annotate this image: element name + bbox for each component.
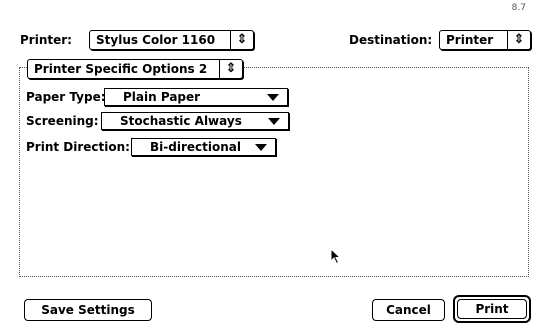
dropdown-arrow-icon [255, 144, 267, 151]
destination-label: Destination: [349, 33, 433, 47]
dropdown-arrow-icon [268, 118, 280, 125]
print-direction-dropdown[interactable]: Bi-directional [131, 138, 276, 156]
print-button[interactable]: Print [457, 299, 527, 319]
cancel-button[interactable]: Cancel [372, 299, 445, 321]
panel-selector-popup[interactable]: Printer Specific Options 2 ⇕ [27, 59, 243, 79]
updown-arrows-icon: ⇕ [507, 31, 530, 49]
printer-label: Printer: [20, 33, 72, 47]
paper-type-dropdown[interactable]: Plain Paper [104, 88, 288, 106]
print-direction-label: Print Direction: [26, 140, 130, 154]
screening-label: Screening: [26, 114, 99, 128]
print-direction-value: Bi-directional [150, 140, 241, 154]
dropdown-arrow-icon [267, 94, 279, 101]
destination-popup-value: Printer [446, 33, 494, 47]
arrow-cursor-icon [330, 248, 342, 265]
version-label: 8.7 [511, 3, 526, 13]
updown-arrows-icon: ⇕ [230, 31, 253, 49]
save-settings-button[interactable]: Save Settings [24, 299, 152, 321]
print-button-default-ring: Print [453, 295, 531, 323]
paper-type-label: Paper Type: [26, 90, 106, 104]
screening-value: Stochastic Always [120, 114, 242, 128]
printer-popup[interactable]: Stylus Color 1160 ⇕ [89, 30, 254, 50]
destination-popup[interactable]: Printer ⇕ [439, 30, 531, 50]
printer-popup-value: Stylus Color 1160 [96, 33, 216, 47]
screening-dropdown[interactable]: Stochastic Always [101, 112, 289, 130]
paper-type-value: Plain Paper [123, 90, 201, 104]
panel-selector-value: Printer Specific Options 2 [34, 62, 208, 76]
updown-arrows-icon: ⇕ [219, 60, 242, 78]
